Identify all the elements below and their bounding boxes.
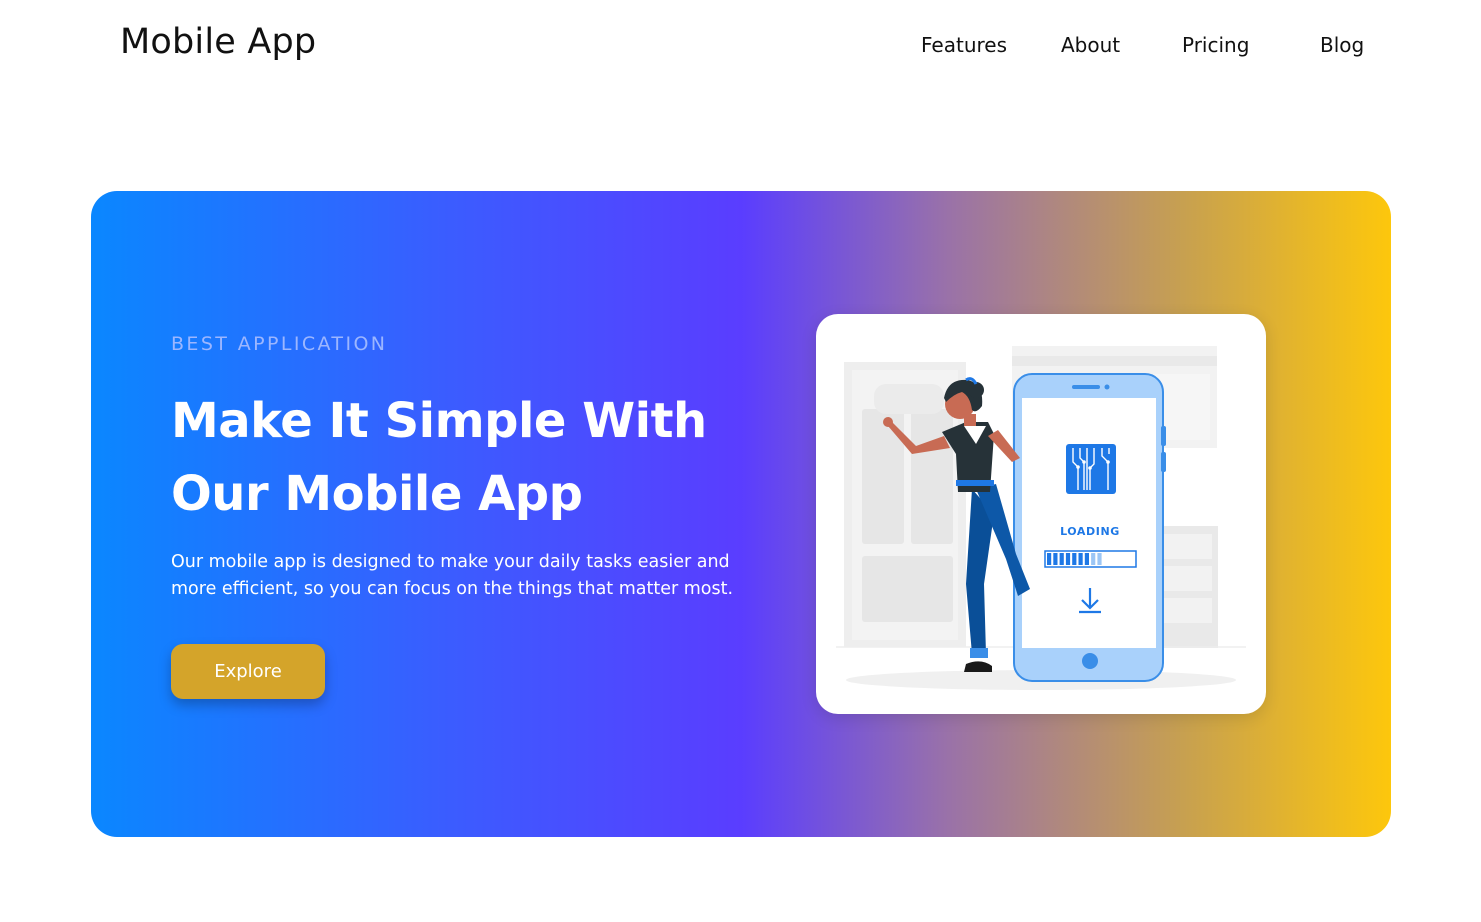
progress-tick [1078, 553, 1083, 565]
progress-tick [1065, 553, 1071, 565]
hero-headline-line2: Our Mobile App [171, 466, 583, 522]
progress-tick [1047, 553, 1052, 565]
explore-button[interactable]: Explore [171, 644, 325, 699]
site-header: Mobile App Features About Pricing Blog [0, 0, 1481, 90]
nav-link-blog[interactable]: Blog [1320, 33, 1364, 57]
progress-tick [1097, 553, 1102, 565]
progress-tick [1059, 553, 1064, 565]
progress-tick [1072, 553, 1077, 565]
hero-headline: Make It Simple With Our Mobile App [171, 385, 791, 531]
progress-tick [1084, 553, 1089, 565]
progress-tick [1116, 553, 1121, 565]
progress-tick [1091, 553, 1096, 565]
progress-tick [1103, 553, 1108, 565]
hero-headline-line1: Make It Simple With [171, 393, 707, 449]
hero-banner: BEST APPLICATION Make It Simple With Our… [91, 191, 1391, 837]
loading-progress-bar [1044, 550, 1137, 568]
progress-tick [1128, 553, 1134, 565]
progress-tick [1110, 553, 1115, 565]
nav-link-pricing[interactable]: Pricing [1182, 33, 1249, 57]
hero-eyebrow: BEST APPLICATION [171, 333, 388, 355]
hero-illustration [836, 346, 1246, 690]
chip-icon [1066, 444, 1116, 494]
progress-tick [1122, 553, 1127, 565]
nav-link-features[interactable]: Features [921, 33, 1007, 57]
loading-label: LOADING [1060, 525, 1120, 538]
nav-link-about[interactable]: About [1061, 33, 1120, 57]
hero-description: Our mobile app is designed to make your … [171, 552, 734, 599]
main-nav: Features About Pricing Blog [0, 33, 1481, 63]
hero-illustration-card: LOADING [816, 314, 1266, 714]
progress-tick [1053, 553, 1058, 565]
